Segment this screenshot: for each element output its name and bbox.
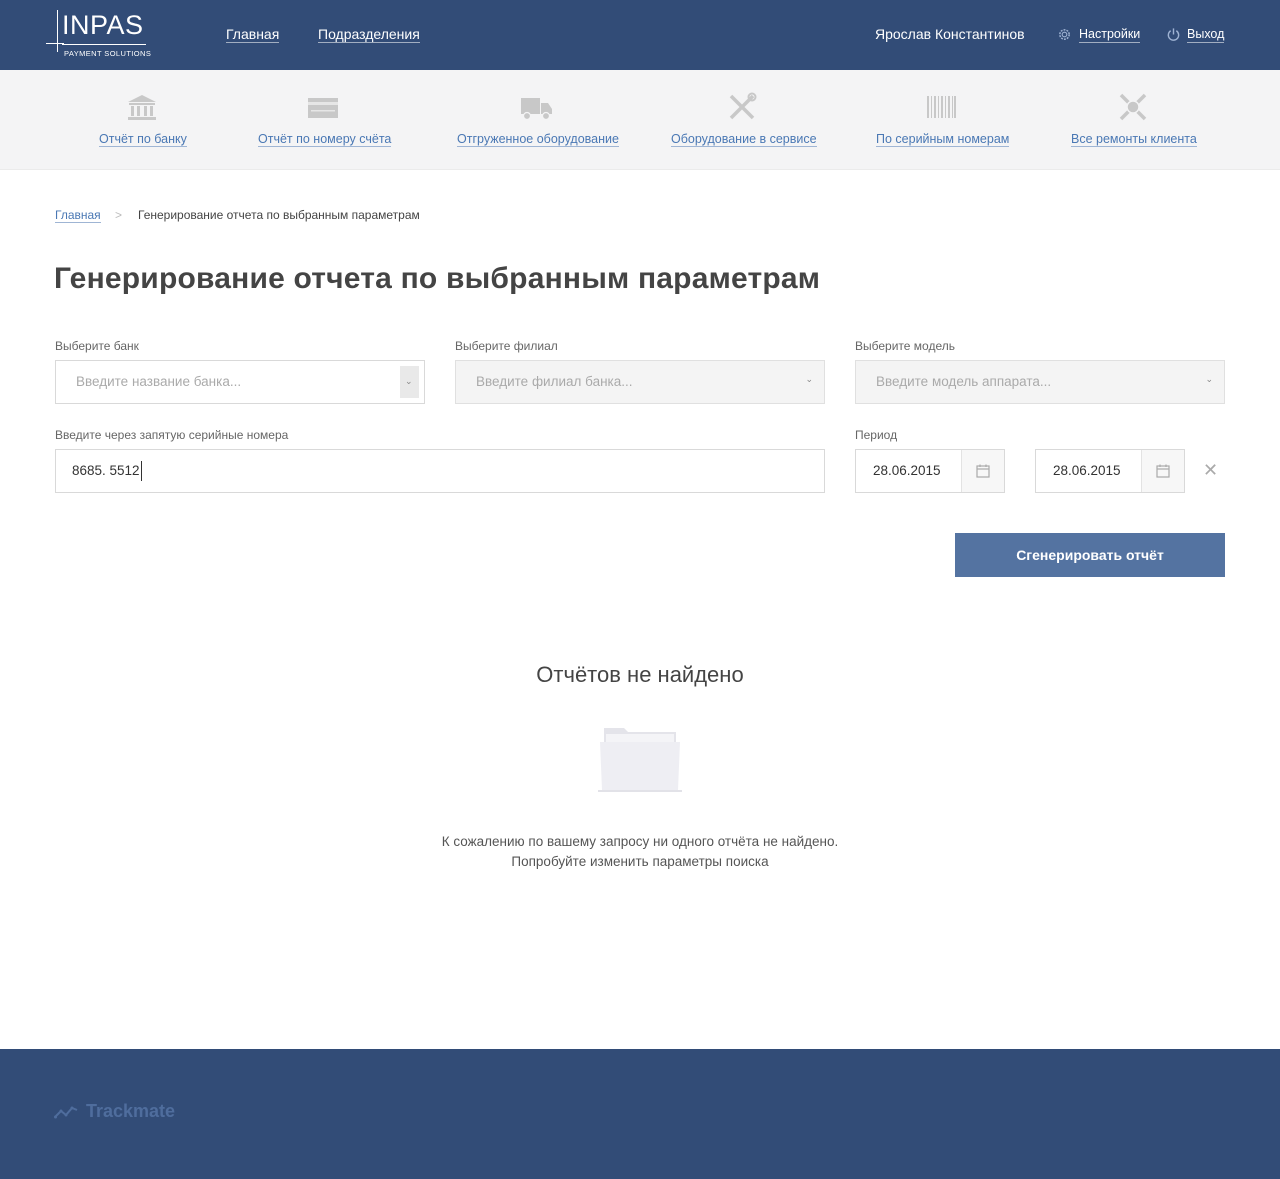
footer-brand: Trackmate [86, 1101, 176, 1121]
quick-report-shipped[interactable]: Отгруженное оборудование [457, 92, 619, 148]
calendar-icon [1156, 464, 1170, 478]
quick-report-in-service[interactable]: Оборудование в сервисе [671, 92, 817, 148]
bank-dropdown-toggle[interactable]: ⌄ [400, 366, 419, 398]
barcode-icon [927, 96, 956, 118]
repair-icon [1119, 93, 1147, 121]
settings-link[interactable]: Настройки [1079, 27, 1141, 43]
chevron-down-icon: ⌄ [805, 374, 813, 384]
calendar-icon [976, 464, 990, 478]
empty-state-line-1: К сожалению по вашему запросу ни одного … [441, 834, 839, 849]
date-to-input[interactable]: 28.06.2015 [1035, 449, 1185, 493]
date-to-value: 28.06.2015 [1053, 463, 1121, 478]
top-header: INPAS PAYMENT SOLUTIONS Главная Подразде… [0, 0, 1280, 70]
date-from-calendar-button[interactable] [961, 450, 1004, 492]
trackmate-icon [54, 1106, 78, 1119]
quick-report-account[interactable]: Отчёт по номеру счёта [258, 92, 392, 148]
serials-input[interactable]: 8685. 5512 [55, 449, 825, 493]
breadcrumb-home[interactable]: Главная [55, 208, 101, 223]
text-cursor [141, 461, 142, 481]
logout-link[interactable]: Выход [1187, 27, 1225, 43]
bank-placeholder: Введите название банка... [76, 374, 242, 389]
date-from-value: 28.06.2015 [873, 463, 941, 478]
quick-report-repairs[interactable]: Все ремонты клиента [1071, 92, 1197, 148]
quick-report-label: По серийным номерам [876, 132, 1010, 147]
date-from-input[interactable]: 28.06.2015 [855, 449, 1005, 493]
breadcrumb: Главная > Генерирование отчета по выбран… [55, 208, 420, 223]
model-select: Введите модель аппарата... ⌄ [855, 360, 1225, 404]
card-icon [308, 98, 338, 118]
quick-report-bank[interactable]: Отчёт по банку [99, 92, 187, 148]
generate-report-button[interactable]: Сгенерировать отчёт [955, 533, 1225, 577]
branch-label: Выберите филиал [455, 339, 558, 353]
period-label: Период [855, 428, 898, 442]
page-title: Генерирование отчета по выбранным параме… [54, 262, 821, 295]
branch-placeholder: Введите филиал банка... [476, 374, 633, 389]
serials-label: Введите через запятую серийные номера [55, 428, 289, 442]
empty-state-line-2: Попробуйте изменить параметры поиска [511, 854, 769, 869]
quick-report-label: Отгруженное оборудование [457, 132, 619, 147]
clear-period-icon[interactable]: ✕ [1203, 461, 1218, 479]
gear-icon[interactable] [1057, 27, 1072, 42]
bank-label: Выберите банк [55, 339, 139, 353]
date-to-calendar-button[interactable] [1141, 450, 1184, 492]
truck-icon [521, 98, 552, 121]
nav-home[interactable]: Главная [226, 26, 280, 43]
empty-folder-icon [598, 728, 682, 792]
logo-subtitle: PAYMENT SOLUTIONS [64, 49, 152, 58]
quick-report-label: Оборудование в сервисе [671, 132, 817, 147]
nav-divisions[interactable]: Подразделения [318, 26, 420, 43]
serials-value: 8685. 5512 [72, 463, 140, 478]
quick-reports-bar: Отчёт по банку Отчёт по номеру счёта Отг… [0, 70, 1280, 170]
breadcrumb-separator: > [115, 208, 123, 222]
inpas-logo[interactable]: INPAS PAYMENT SOLUTIONS [46, 10, 156, 60]
quick-report-serials[interactable]: По серийным номерам [876, 92, 1010, 148]
quick-report-label: Все ремонты клиента [1071, 132, 1197, 147]
bank-icon [128, 95, 156, 120]
empty-state-title: Отчётов не найдено [536, 662, 744, 687]
empty-state-message: К сожалению по вашему запросу ни одного … [0, 832, 1280, 872]
footer: Trackmate [0, 1049, 1280, 1179]
bank-select[interactable]: Введите название банка... ⌄ [55, 360, 425, 404]
quick-report-label: Отчёт по банку [99, 132, 187, 147]
model-placeholder: Введите модель аппарата... [876, 374, 1052, 389]
power-icon[interactable] [1166, 27, 1181, 42]
branch-select: Введите филиал банка... ⌄ [455, 360, 825, 404]
user-name: Ярослав Константинов [875, 26, 1025, 42]
chevron-down-icon: ⌄ [405, 376, 413, 386]
tools-icon [729, 92, 757, 120]
chevron-down-icon: ⌄ [1205, 374, 1213, 384]
model-label: Выберите модель [855, 339, 955, 353]
logo-text: INPAS [62, 10, 144, 40]
breadcrumb-current: Генерирование отчета по выбранным параме… [138, 208, 420, 222]
quick-report-label: Отчёт по номеру счёта [258, 132, 392, 147]
